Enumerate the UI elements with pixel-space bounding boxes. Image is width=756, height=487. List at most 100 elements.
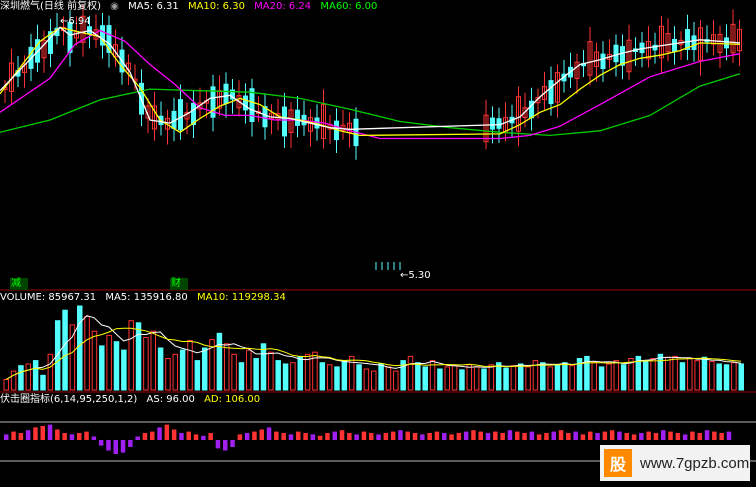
stock-title: 深圳燃气(日线 前复权) — [0, 1, 101, 12]
volume-bar — [437, 368, 443, 391]
candle-body — [620, 46, 625, 66]
indicator-bar — [150, 431, 155, 440]
volume-bar — [18, 365, 24, 391]
volume-bar — [606, 363, 612, 391]
volume-bar — [121, 349, 127, 391]
indicator-bar — [332, 431, 337, 440]
indicator-bar — [135, 436, 140, 440]
indicator-bar — [471, 430, 476, 440]
indicator-bar — [230, 440, 235, 447]
volume-bar — [657, 353, 664, 391]
indicator-bar — [47, 424, 53, 440]
volume-bar — [224, 343, 230, 391]
indicator-bar — [179, 433, 184, 440]
volume-bar — [422, 366, 428, 391]
indicator-bar — [40, 426, 45, 440]
indicator-bar — [33, 427, 38, 440]
volume-bar — [503, 367, 509, 391]
indicator-bar — [515, 431, 520, 440]
indicator-bar — [558, 430, 564, 440]
indicator-bar — [602, 431, 608, 440]
volume-bar — [172, 353, 179, 391]
indicator-bar — [252, 431, 257, 440]
indicator-bar — [62, 433, 67, 440]
volume-bar — [701, 356, 708, 391]
volume-bar — [591, 362, 597, 391]
volume-bar — [451, 365, 458, 391]
indicator-bar — [244, 433, 250, 440]
volume-bar — [282, 363, 289, 391]
indicator-bar — [310, 434, 316, 440]
indicator-bar — [164, 424, 170, 440]
low-label: 5.30 — [408, 270, 431, 281]
indicator-bar — [675, 433, 681, 440]
volume-bar — [385, 366, 392, 391]
volume-bar — [113, 341, 120, 391]
volume-bar — [128, 320, 134, 391]
volume-bar — [547, 366, 553, 391]
indicator-bar — [296, 431, 301, 440]
indicator-bar — [536, 434, 542, 440]
indicator-bar — [566, 433, 571, 440]
indicator-bar — [383, 433, 389, 440]
indicator-bar — [361, 431, 367, 440]
candle-body — [548, 80, 554, 105]
volume-bar — [348, 355, 355, 391]
volume-bar — [562, 362, 568, 391]
volume-bar — [518, 363, 524, 391]
volume-bar — [157, 347, 164, 391]
volume-bar — [665, 356, 671, 391]
indicator-bar — [412, 433, 418, 440]
indicator-bar — [128, 440, 133, 447]
volume-bar — [194, 360, 201, 391]
volume-bar — [216, 332, 223, 391]
indicator-bar — [25, 430, 31, 440]
indicator-bar — [529, 431, 535, 440]
volume-bar — [106, 334, 112, 391]
volume-bar — [709, 360, 715, 391]
volume-ma5-label: MA5: 135916.80 — [105, 292, 188, 303]
candle-body — [600, 53, 606, 69]
volume-bar — [77, 305, 83, 391]
indicator-header: 伏击圈指标(6,14,95,250,1,2) AS: 96.00 AD: 106… — [0, 394, 266, 406]
indicator-bar — [427, 433, 432, 440]
volume-bar — [510, 365, 517, 391]
volume-bar — [620, 364, 627, 391]
volume-bar — [687, 358, 693, 391]
indicator-bar — [668, 431, 673, 440]
indicator-bar — [646, 431, 651, 440]
indicator-bar — [303, 433, 308, 440]
indicator-bar — [266, 427, 272, 440]
volume-bar — [540, 362, 546, 391]
volume-bar — [407, 355, 414, 391]
event-marker-2: 财 — [170, 278, 188, 290]
indicator-bar — [588, 431, 593, 440]
indicator-bar — [171, 429, 177, 440]
indicator-bar — [77, 433, 82, 440]
volume-bar — [679, 362, 686, 391]
indicator-bar — [193, 434, 199, 440]
indicator-bar — [317, 435, 323, 440]
volume-bar — [62, 309, 68, 391]
ma20-label: MA20: 6.24 — [254, 1, 312, 12]
indicator-bar — [500, 433, 505, 440]
volume-bar — [326, 364, 333, 391]
kline-chart-svg — [0, 4, 756, 462]
indicator-bar — [507, 430, 513, 440]
indicator-bar — [106, 440, 111, 451]
volume-bar — [143, 337, 149, 391]
high-label: 6.94 — [68, 16, 91, 27]
indicator-bar — [463, 431, 469, 440]
candle-body — [282, 106, 287, 137]
indicator-bar — [639, 433, 644, 440]
volume-bar — [231, 353, 237, 391]
indicator-bar — [376, 434, 381, 440]
indicator-bar — [478, 431, 483, 440]
volume-bar — [378, 363, 384, 391]
indicator-as-label: AS: 96.00 — [146, 394, 195, 405]
indicator-bar — [274, 431, 279, 440]
volume-bar — [91, 330, 98, 391]
volume-bar — [694, 360, 700, 391]
volume-bar — [371, 370, 377, 391]
indicator-bar — [142, 433, 148, 440]
